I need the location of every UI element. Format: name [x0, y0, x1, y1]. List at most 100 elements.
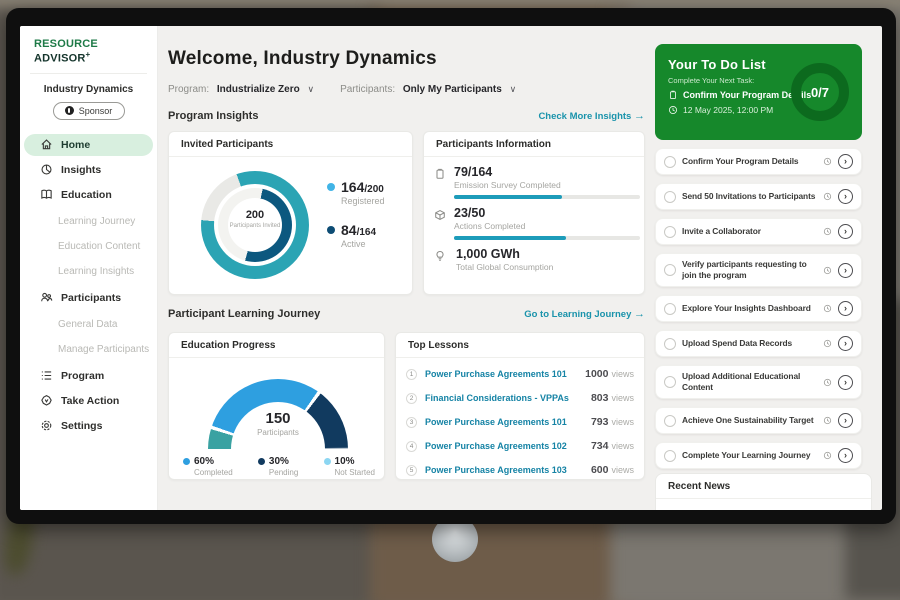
views-suffix: views: [611, 393, 634, 403]
task-checkbox[interactable]: [664, 303, 676, 315]
task-send-invitations[interactable]: Send 50 Invitations to Participants ›: [655, 183, 862, 210]
task-invite-collaborator[interactable]: Invite a Collaborator ›: [655, 218, 862, 245]
sidebar-item-manage-participants[interactable]: Manage Participants: [20, 337, 157, 362]
lesson-views: 803views: [591, 392, 634, 404]
task-checkbox[interactable]: [664, 450, 676, 462]
lesson-link[interactable]: Power Purchase Agreements 101: [425, 369, 585, 379]
clock-icon: [823, 304, 832, 313]
sidebar-item-education[interactable]: Education: [24, 184, 153, 206]
task-label: Explore Your Insights Dashboard: [682, 303, 817, 314]
sidebar-item-take-action[interactable]: Take Action: [24, 390, 153, 412]
sidebar-item-label: Program: [61, 370, 104, 382]
participants-icon: [40, 291, 53, 304]
recent-news-card: Recent News: [655, 473, 872, 510]
task-explore-insights[interactable]: Explore Your Insights Dashboard ›: [655, 295, 862, 322]
lesson-rank: 5: [406, 465, 417, 476]
lesson-row: 1 Power Purchase Agreements 101 1000view…: [406, 362, 634, 386]
sidebar-item-settings[interactable]: Settings: [24, 415, 153, 437]
task-checkbox[interactable]: [664, 226, 676, 238]
sponsor-label: Sponsor: [79, 106, 113, 116]
task-confirm-program-details[interactable]: Confirm Your Program Details ›: [655, 148, 862, 175]
clock-icon: [668, 105, 678, 115]
education-progress-card: Education Progress 150 Participants 60% …: [168, 332, 385, 480]
check-more-insights-link[interactable]: Check More Insights →: [538, 110, 645, 122]
sponsor-badge[interactable]: Sponsor: [53, 102, 125, 120]
views-suffix: views: [611, 417, 634, 427]
task-checkbox[interactable]: [664, 191, 676, 203]
task-checkbox[interactable]: [664, 415, 676, 427]
sidebar-item-learning-insights[interactable]: Learning Insights: [20, 259, 157, 284]
sidebar-item-home[interactable]: Home: [24, 134, 153, 156]
task-complete-learning-journey[interactable]: Complete Your Learning Journey ›: [655, 442, 862, 469]
registered-label: Registered: [341, 196, 385, 206]
logo-text-primary: RESOURCE: [34, 38, 98, 50]
task-go-button[interactable]: ›: [838, 448, 853, 463]
sidebar-divider: [30, 73, 147, 74]
task-go-button[interactable]: ›: [838, 301, 853, 316]
emission-survey-value: 79/164: [454, 165, 640, 179]
filters-row: Program: Industrialize Zero ∨ Participan…: [168, 84, 516, 95]
lesson-link[interactable]: Financial Considerations - VPPAs: [425, 393, 591, 403]
arrow-right-icon: →: [634, 110, 645, 122]
task-upload-educational-content[interactable]: Upload Additional Educational Content ›: [655, 365, 862, 399]
program-filter[interactable]: Program: Industrialize Zero ∨: [168, 84, 314, 95]
task-achieve-sustainability-target[interactable]: Achieve One Sustainability Target ›: [655, 407, 862, 434]
program-filter-label: Program:: [168, 84, 209, 95]
task-checkbox[interactable]: [664, 264, 676, 276]
task-go-button[interactable]: ›: [838, 413, 853, 428]
pending-pct: 30%: [269, 456, 289, 467]
registered-value: 164: [341, 179, 364, 195]
sidebar-item-label: Participants: [61, 292, 121, 304]
sidebar-item-label: Settings: [61, 420, 102, 432]
lesson-link[interactable]: Power Purchase Agreements 102: [425, 441, 591, 451]
lesson-views: 1000views: [585, 368, 634, 380]
sidebar-item-general-data[interactable]: General Data: [20, 312, 157, 337]
chevron-down-icon[interactable]: ∨: [510, 84, 517, 94]
task-upload-spend-data[interactable]: Upload Spend Data Records ›: [655, 330, 862, 357]
task-go-button[interactable]: ›: [838, 189, 853, 204]
task-go-button[interactable]: ›: [838, 263, 853, 278]
actions-completed-progressbar: [454, 236, 640, 240]
chevron-down-icon[interactable]: ∨: [307, 84, 314, 94]
recent-news-title: Recent News: [656, 474, 871, 499]
task-verify-participants[interactable]: Verify participants requesting to join t…: [655, 253, 862, 287]
task-go-button[interactable]: ›: [838, 375, 853, 390]
task-checkbox[interactable]: [664, 338, 676, 350]
task-label: Achieve One Sustainability Target: [682, 415, 817, 426]
task-checkbox[interactable]: [664, 156, 676, 168]
consumption-value: 1,000 GWh: [456, 247, 553, 261]
sidebar-item-insights[interactable]: Insights: [24, 159, 153, 181]
task-checkbox[interactable]: [664, 376, 676, 388]
clock-icon: [823, 157, 832, 166]
views-count: 1000: [585, 368, 608, 380]
program-insights-header: Program Insights Check More Insights →: [168, 110, 645, 122]
sidebar-item-education-content[interactable]: Education Content: [20, 234, 157, 259]
legend-item-active: 84/164 Active: [327, 222, 385, 249]
go-to-learning-journey-link[interactable]: Go to Learning Journey →: [524, 308, 645, 320]
education-center-label: Participants: [208, 428, 348, 437]
org-name: Industry Dynamics: [20, 84, 157, 95]
lesson-rank: 3: [406, 417, 417, 428]
task-go-button[interactable]: ›: [838, 224, 853, 239]
todo-summary-card: Your To Do List Complete Your Next Task:…: [655, 44, 862, 140]
lesson-link[interactable]: Power Purchase Agreements 101: [425, 417, 591, 427]
logo-plus: +: [86, 50, 91, 59]
invited-donut-center: 200 Participants Invited: [228, 198, 282, 252]
sidebar-item-participants[interactable]: Participants: [24, 287, 153, 309]
book-icon: [40, 188, 53, 201]
actions-completed-row: 23/50 Actions Completed: [434, 206, 632, 240]
home-icon: [40, 138, 53, 151]
task-go-button[interactable]: ›: [838, 154, 853, 169]
sidebar-item-program[interactable]: Program: [24, 365, 153, 387]
dashboard-screen: RESOURCE ADVISOR+ Industry Dynamics Spon…: [20, 26, 882, 510]
active-label: Active: [341, 239, 385, 249]
participants-information-card: Participants Information 79/164 Emission…: [423, 131, 645, 295]
section-title: Program Insights: [168, 110, 258, 122]
participants-filter[interactable]: Participants: Only My Participants ∨: [340, 84, 516, 95]
task-go-button[interactable]: ›: [838, 336, 853, 351]
sidebar-item-learning-journey[interactable]: Learning Journey: [20, 209, 157, 234]
lesson-link[interactable]: Power Purchase Agreements 103: [425, 465, 591, 475]
lesson-views: 600views: [591, 464, 634, 476]
monitor-bezel: RESOURCE ADVISOR+ Industry Dynamics Spon…: [6, 8, 896, 524]
task-label: Send 50 Invitations to Participants: [682, 191, 817, 202]
